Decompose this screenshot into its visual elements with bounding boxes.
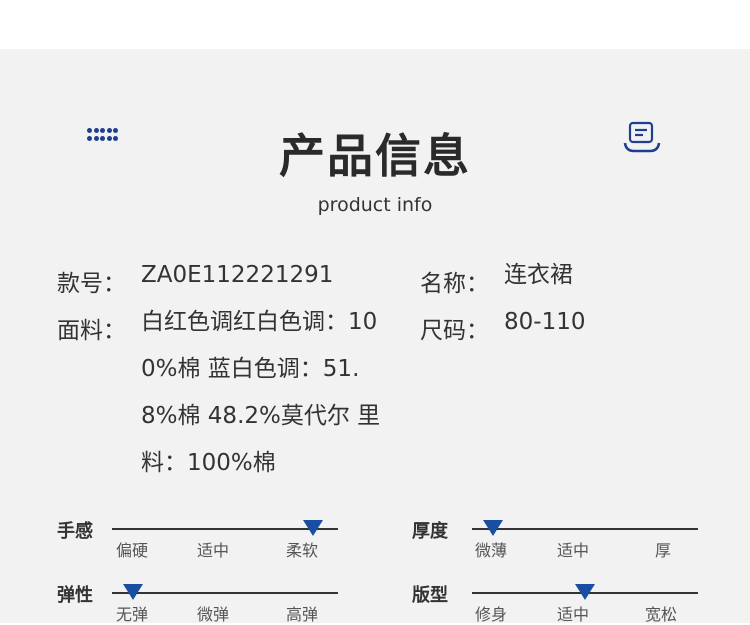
- name-label: 名称：: [420, 271, 489, 297]
- scale-option: 偏硬: [116, 541, 149, 560]
- page-title: 产品信息: [279, 129, 471, 183]
- style-no-value: ZA0E112221291: [141, 262, 334, 288]
- style-no-label: 款号：: [57, 271, 126, 297]
- scale-option: 无弹: [116, 605, 149, 624]
- scale-option: 适中: [197, 541, 230, 560]
- scale-marker: [303, 520, 323, 536]
- fabric-value: 白红色调红白色调：100%棉 蓝白色调：51.8%棉 48.2%莫代尔 里料：1…: [141, 309, 381, 476]
- scale-option: 适中: [557, 541, 590, 560]
- scale-option: 宽松: [645, 605, 678, 624]
- scale-option: 适中: [557, 605, 590, 624]
- scale-marker: [483, 520, 503, 536]
- scale-label: 手感: [57, 521, 93, 542]
- scale-option: 微薄: [475, 541, 508, 560]
- size-label: 尺码：: [420, 318, 489, 344]
- scale-marker: [575, 584, 595, 600]
- scale-option: 微弹: [197, 605, 230, 624]
- fabric-label: 面料：: [57, 318, 126, 344]
- scale-label: 厚度: [412, 521, 448, 542]
- scale-label: 弹性: [57, 585, 93, 606]
- size-value: 80-110: [504, 309, 586, 335]
- scale-option: 厚: [655, 541, 672, 560]
- scale-line: [112, 592, 338, 594]
- scale-option: 柔软: [286, 541, 319, 560]
- scale-option: 高弹: [286, 605, 319, 624]
- scale-label: 版型: [412, 585, 448, 606]
- scale-option: 修身: [475, 605, 508, 624]
- page-subtitle: product info: [317, 194, 433, 216]
- name-value: 连衣裙: [504, 262, 573, 288]
- scale-line: [472, 528, 698, 530]
- scale-marker: [123, 584, 143, 600]
